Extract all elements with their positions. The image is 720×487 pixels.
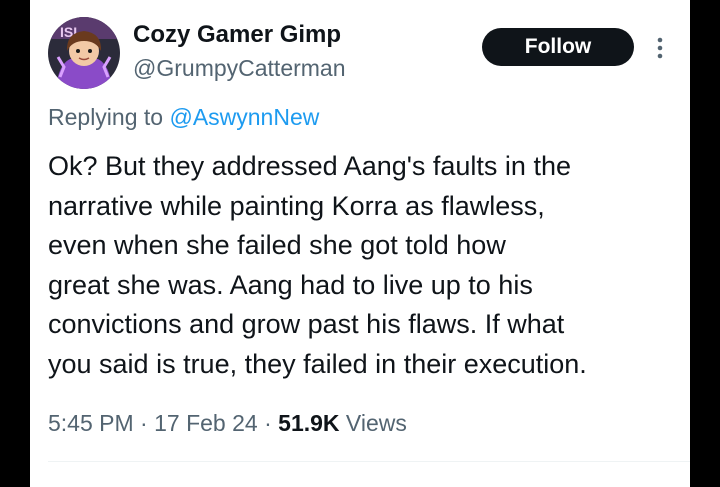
tweet-time[interactable]: 5:45 PM [48, 410, 134, 436]
tweet-text-line: even when she failed she got told how [48, 230, 506, 260]
tweet-card: ISI Cozy Gamer Gimp @GrumpyCatterman Fol… [30, 0, 690, 487]
tweet-text-line: Ok? But they addressed Aang's faults in … [48, 151, 571, 181]
tweet-text: Ok? But they addressed Aang's faults in … [48, 147, 683, 384]
meta-separator: · [133, 410, 155, 436]
meta-separator: · [257, 410, 279, 436]
views-count[interactable]: 51.9K [278, 410, 339, 436]
follow-button[interactable]: Follow [482, 28, 634, 66]
divider [48, 461, 690, 462]
tweet-text-line: great she was. Aang had to live up to hi… [48, 269, 533, 300]
replying-to-line: Replying to @AswynnNew [48, 104, 319, 131]
author-handle[interactable]: @GrumpyCatterman [133, 55, 346, 82]
views-label: Views [339, 410, 407, 436]
tweet-meta: 5:45 PM · 17 Feb 24 · 51.9K Views [48, 410, 407, 437]
tweet-text-line: you said is true, they failed in their e… [48, 348, 587, 379]
tweet-text-line: convictions and grow past his flaws. If … [48, 309, 565, 339]
more-options-icon[interactable] [650, 36, 670, 60]
tweet-date[interactable]: 17 Feb 24 [154, 410, 258, 436]
tweet-text-line: narrative while painting Korra as flawle… [48, 190, 545, 221]
cartoon-girl-avatar-icon: ISI [48, 17, 120, 89]
author-display-name[interactable]: Cozy Gamer Gimp [133, 21, 341, 49]
replying-to-handle-link[interactable]: @AswynnNew [169, 104, 319, 130]
user-avatar[interactable]: ISI [48, 17, 120, 89]
replying-to-prefix: Replying to [48, 104, 170, 130]
